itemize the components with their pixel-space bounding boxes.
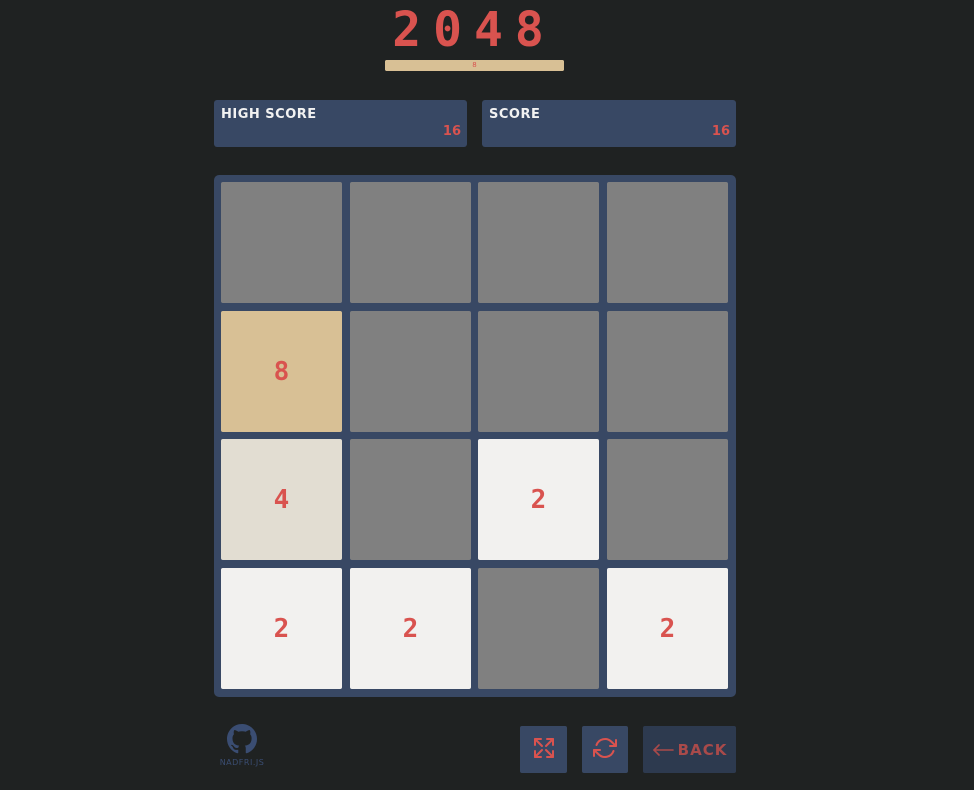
empty-cell [607,439,728,560]
high-score-box: HIGH SCORE 16 [214,100,467,147]
game-title: 2048 [392,2,556,58]
github-link[interactable]: NADFRI.JS [214,724,270,774]
high-score-value: 16 [442,124,461,139]
game-board[interactable]: 842222 [214,175,736,697]
score-value: 16 [711,124,730,139]
tile: 4 [221,439,342,560]
game-page: 2048 8 HIGH SCORE 16 SCORE 16 842222 NAD… [0,0,974,790]
empty-cell [350,182,471,303]
github-icon [214,724,270,754]
tile: 2 [221,568,342,689]
tile: 2 [350,568,471,689]
empty-cell [478,568,599,689]
score-box: SCORE 16 [482,100,736,147]
back-label: BACK [677,740,728,759]
restart-button[interactable] [582,726,628,773]
fullscreen-button[interactable] [520,726,567,773]
progress-bar: 8 [385,60,564,71]
back-button[interactable]: BACK [643,726,736,773]
high-score-label: HIGH SCORE [221,107,317,122]
empty-cell [478,311,599,432]
tile: 8 [221,311,342,432]
refresh-icon [593,736,617,764]
github-label: NADFRI.JS [219,758,265,767]
tile: 2 [478,439,599,560]
arrow-left-icon [652,743,674,756]
progress-label: 8 [472,61,477,69]
empty-cell [221,182,342,303]
empty-cell [607,311,728,432]
empty-cell [350,311,471,432]
expand-icon [532,736,556,764]
empty-cell [350,439,471,560]
tile: 2 [607,568,728,689]
score-label: SCORE [489,107,541,122]
empty-cell [478,182,599,303]
empty-cell [607,182,728,303]
